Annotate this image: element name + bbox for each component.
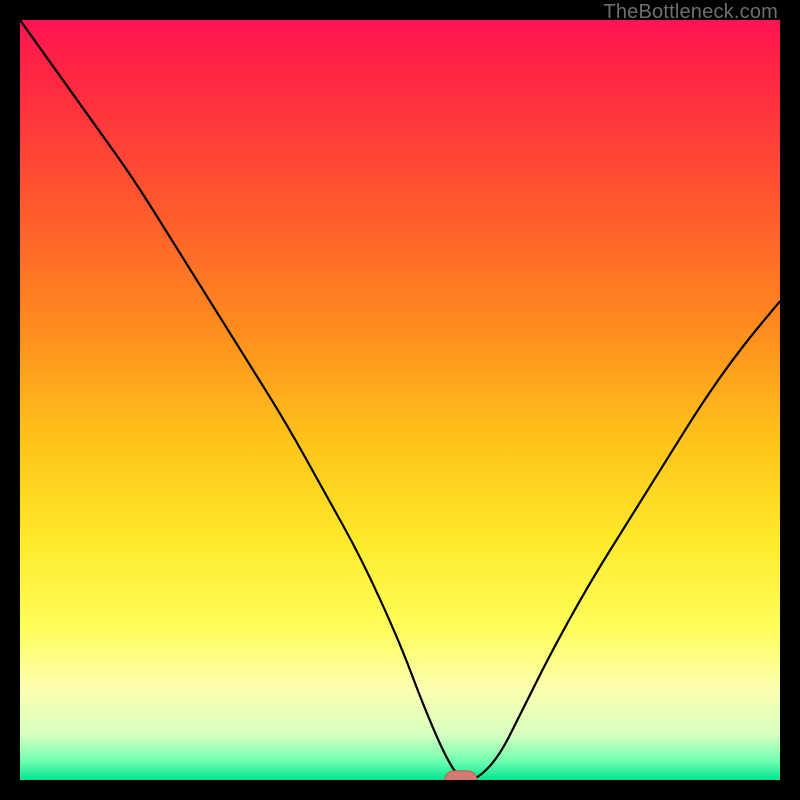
bottleneck-chart	[20, 20, 780, 780]
chart-background	[20, 20, 780, 780]
chart-frame	[20, 20, 780, 780]
watermark-text: TheBottleneck.com	[603, 1, 778, 24]
optimum-marker	[445, 771, 477, 780]
